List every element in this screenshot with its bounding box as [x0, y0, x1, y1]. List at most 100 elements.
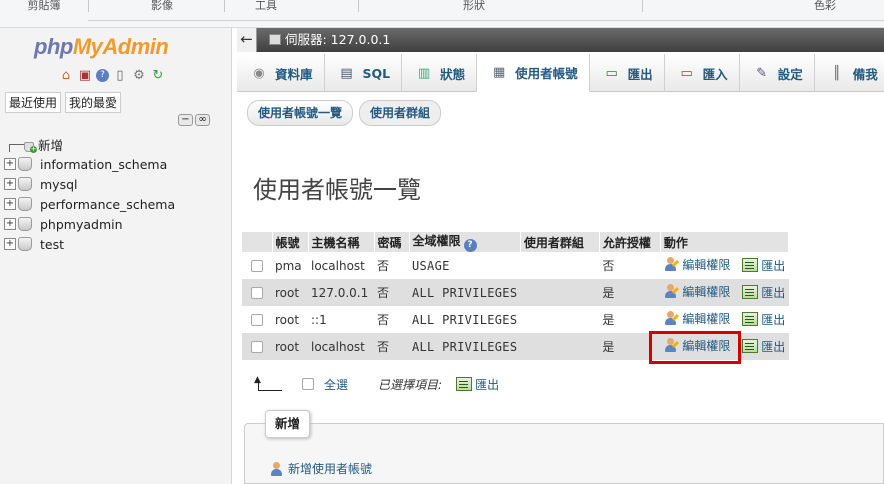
tab-user-accounts[interactable]: ▦ 使用者帳號 — [477, 54, 590, 92]
cell-grant: 是 — [599, 279, 661, 306]
ribbon-group-image: 影像 — [151, 0, 173, 12]
wrench-icon: ✎ — [756, 65, 768, 81]
ribbon-group-colors: 色彩 — [814, 0, 836, 12]
column-header-action: 動作 — [660, 232, 790, 252]
help-icon[interactable]: ? — [463, 239, 477, 252]
export-icon — [456, 377, 473, 391]
row-checkbox[interactable] — [251, 314, 263, 326]
server-breadcrumb-bar: ← 伺服器: 127.0.0.1 — [237, 28, 884, 52]
bulk-export-button[interactable]: 匯出 — [456, 376, 499, 393]
tree-controls: − ∞ — [178, 114, 210, 126]
cell-password: 否 — [374, 306, 409, 333]
cell-grant: 否 — [599, 252, 661, 279]
tab-user-accounts-overview[interactable]: 使用者帳號一覽 — [247, 100, 354, 126]
database-icon — [18, 217, 32, 231]
tree-item-test[interactable]: + test — [4, 234, 230, 254]
tab-databases[interactable]: ◉ 資料庫 — [237, 54, 325, 92]
row-checkbox[interactable] — [251, 287, 263, 299]
cell-user: pma — [272, 252, 308, 279]
database-icon — [18, 197, 32, 211]
ribbon-separator — [358, 0, 359, 12]
select-all-label[interactable]: 全選 — [324, 376, 348, 393]
database-icon — [18, 157, 32, 171]
settings-icon[interactable]: ⚙ — [131, 68, 147, 84]
cell-actions: 編輯權限 匯出 — [660, 252, 789, 279]
add-user-link[interactable]: 新增使用者帳號 — [269, 460, 372, 477]
with-selected-label: 已選擇項目: — [378, 377, 443, 392]
home-icon[interactable]: ⌂ — [58, 68, 74, 84]
tab-sql[interactable]: ▤ SQL — [325, 54, 403, 92]
nav-tabs: 最近使用 我的最愛 — [5, 92, 122, 113]
collapse-all-icon[interactable]: − — [178, 114, 193, 126]
phpmyadmin-logo[interactable]: phpMyAdmin — [34, 34, 169, 60]
expand-icon[interactable]: + — [4, 178, 16, 190]
status-icon: ▥ — [417, 65, 431, 81]
export-icon — [742, 339, 759, 354]
ribbon-separator — [88, 0, 89, 12]
help-icon[interactable]: ? — [96, 69, 109, 82]
tree-item-phpmyadmin[interactable]: + phpmyadmin — [4, 214, 230, 234]
edit-privileges-link[interactable]: 編輯權限 — [663, 310, 730, 327]
cell-grant: 是 — [599, 306, 661, 333]
cell-actions: 編輯權限 匯出 — [660, 306, 789, 333]
docs-icon[interactable]: ▯ — [112, 68, 128, 84]
tab-user-groups[interactable]: 使用者群組 — [359, 100, 442, 126]
link-with-main-icon[interactable]: ∞ — [195, 114, 210, 126]
ribbon-separator — [224, 0, 225, 12]
column-header-password[interactable]: 密碼 — [374, 232, 410, 252]
cell-group — [520, 306, 600, 333]
cell-group — [520, 252, 600, 279]
recent-button[interactable]: 最近使用 — [5, 92, 62, 113]
cell-user: root — [272, 279, 308, 306]
export-icon — [742, 285, 759, 300]
cell-host: localhost — [308, 333, 374, 360]
expand-icon[interactable]: + — [4, 218, 16, 230]
tab-export[interactable]: ▭ 匯出 — [590, 54, 665, 92]
row-checkbox[interactable] — [251, 260, 263, 272]
tree-item-information-schema[interactable]: + information_schema — [4, 154, 230, 174]
reload-icon[interactable]: ↻ — [150, 68, 166, 84]
cell-group — [520, 333, 600, 360]
column-header-grant[interactable]: 允許授權 — [599, 232, 661, 252]
back-arrow-icon[interactable]: ← — [237, 28, 257, 52]
expand-icon[interactable]: + — [4, 238, 16, 250]
server-breadcrumb[interactable]: 伺服器: 127.0.0.1 — [269, 28, 390, 52]
cell-privileges: ALL PRIVILEGES — [409, 279, 521, 306]
import-icon: ▭ — [680, 65, 693, 81]
favorites-button[interactable]: 我的最愛 — [65, 92, 122, 113]
export-link[interactable]: 匯出 — [742, 338, 785, 355]
cell-password: 否 — [374, 333, 409, 360]
binlog-icon: ║ — [832, 65, 841, 81]
logout-icon[interactable]: ▣ — [77, 68, 93, 84]
sub-tabs: 使用者帳號一覽 使用者群組 — [247, 100, 442, 126]
tab-binlog[interactable]: ║ 備我 — [815, 54, 878, 92]
row-checkbox[interactable] — [251, 341, 263, 353]
edit-privileges-link[interactable]: 編輯權限 — [663, 256, 730, 273]
tab-status[interactable]: ▥ 狀態 — [402, 54, 478, 92]
highlight-box — [649, 331, 741, 364]
tree-item-label: mysql — [40, 176, 78, 192]
export-link[interactable]: 匯出 — [742, 284, 785, 301]
export-icon: ▭ — [605, 65, 618, 81]
tab-import[interactable]: ▭ 匯入 — [665, 54, 740, 92]
tab-settings[interactable]: ✎ 設定 — [740, 54, 815, 92]
column-header-user-group[interactable]: 使用者群組 — [520, 232, 600, 252]
cell-password: 否 — [374, 252, 409, 279]
export-link[interactable]: 匯出 — [742, 311, 785, 328]
logo-php: php — [34, 34, 73, 59]
column-header-global-privileges[interactable]: 全域權限? — [409, 232, 521, 252]
column-header-user[interactable]: 帳號 — [272, 232, 309, 252]
ribbon-group-shapes: 形狀 — [463, 0, 485, 12]
column-header-host[interactable]: 主機名稱 — [308, 232, 375, 252]
ribbon-group-tools: 工具 — [255, 0, 277, 12]
database-icon — [18, 177, 32, 191]
edit-privileges-link[interactable]: 編輯權限 — [663, 283, 730, 300]
tree-item-new[interactable]: + 新增 — [4, 134, 230, 154]
expand-icon[interactable]: + — [4, 198, 16, 210]
expand-icon[interactable]: + — [4, 158, 16, 170]
database-icon: ◉ — [253, 65, 265, 81]
tree-item-performance-schema[interactable]: + performance_schema — [4, 194, 230, 214]
tree-item-mysql[interactable]: + mysql — [4, 174, 230, 194]
select-all-checkbox[interactable] — [302, 378, 314, 390]
export-link[interactable]: 匯出 — [742, 257, 785, 274]
